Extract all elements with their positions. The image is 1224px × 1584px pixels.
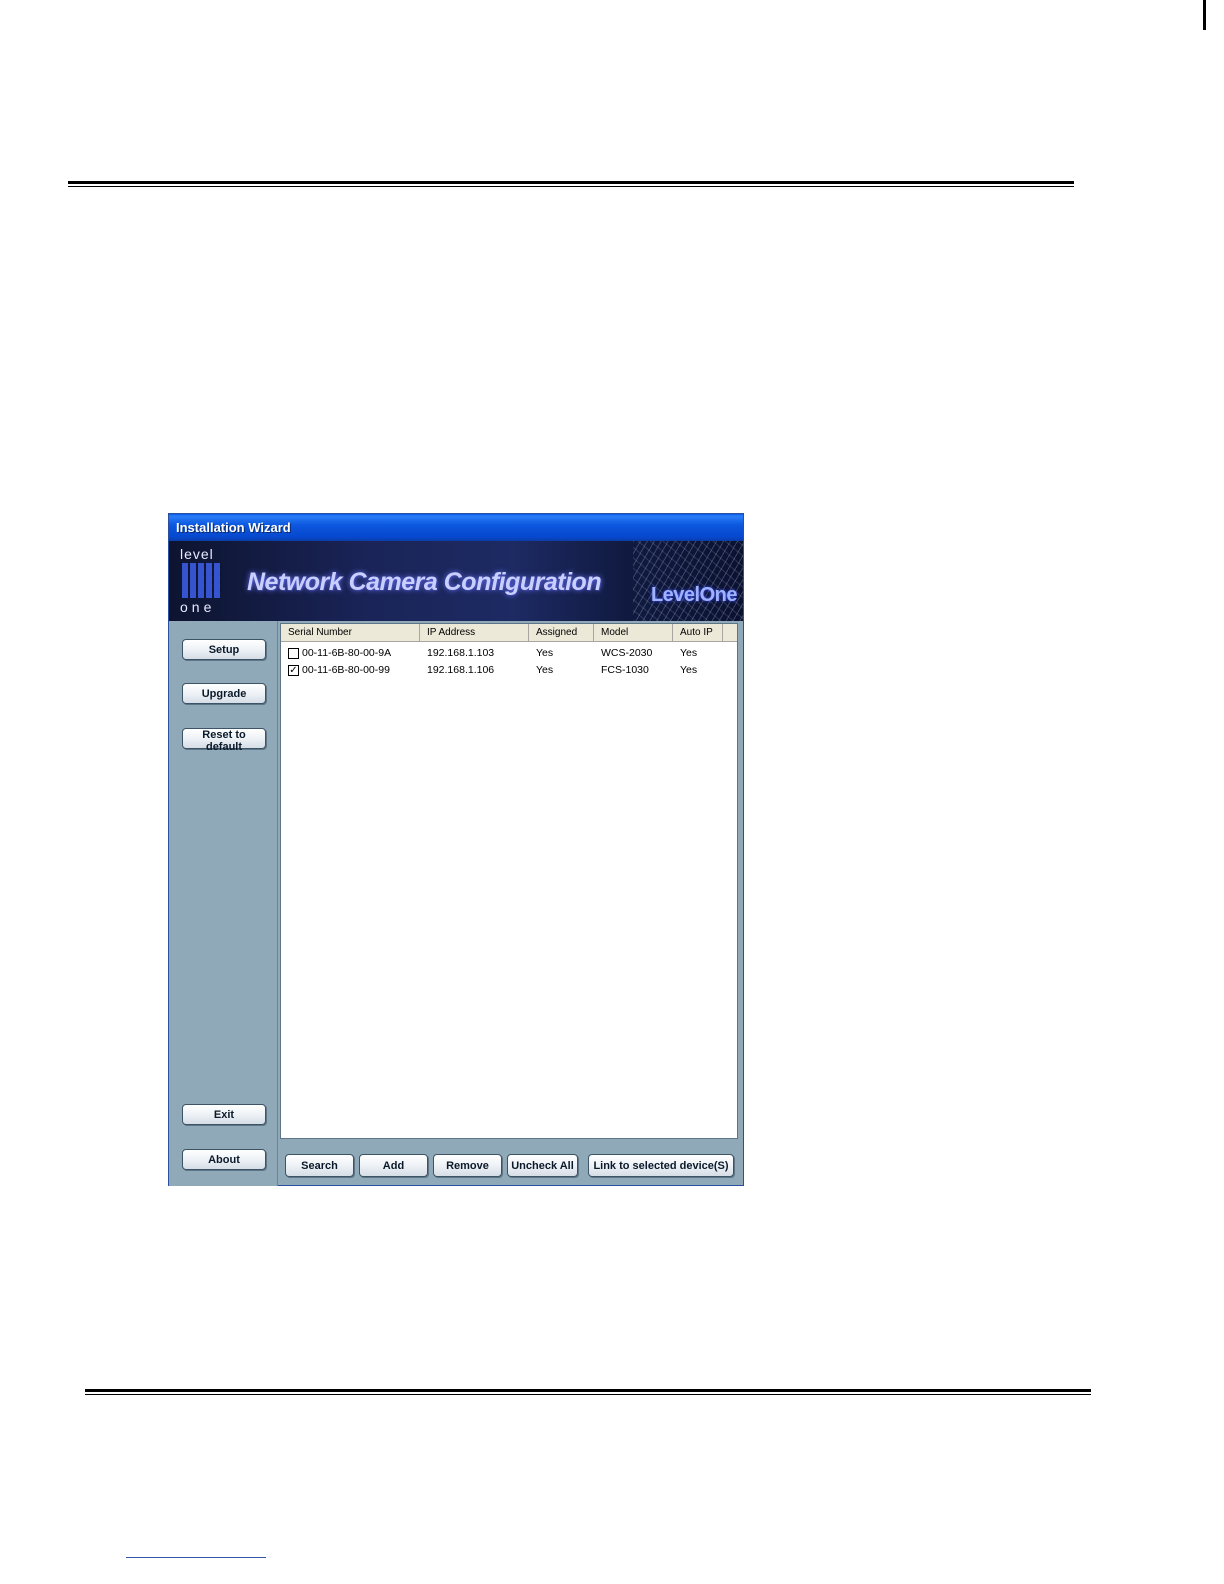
banner-title: Network Camera Configuration bbox=[247, 568, 602, 596]
link-to-selected-device-button[interactable]: Link to selected device(S) bbox=[588, 1154, 734, 1177]
device-list[interactable]: Serial Number IP Address Assigned Model … bbox=[280, 623, 738, 1139]
column-header-ip[interactable]: IP Address bbox=[420, 624, 529, 641]
ip-cell: 192.168.1.103 bbox=[427, 647, 495, 659]
search-button[interactable]: Search bbox=[285, 1154, 354, 1177]
setup-button[interactable]: Setup bbox=[182, 639, 266, 660]
exit-button[interactable]: Exit bbox=[182, 1104, 266, 1125]
column-header-serial[interactable]: Serial Number bbox=[281, 624, 420, 641]
upgrade-button[interactable]: Upgrade bbox=[182, 683, 266, 704]
row-checkbox[interactable] bbox=[288, 648, 299, 659]
footer-link-underline[interactable] bbox=[126, 1557, 266, 1558]
model-cell: WCS-2030 bbox=[601, 647, 653, 659]
brand-logo: LevelOne bbox=[650, 584, 738, 606]
header-rule bbox=[68, 181, 1074, 187]
serial-cell: 00-11-6B-80-00-99 bbox=[302, 664, 390, 676]
logo-level-text: level bbox=[180, 546, 214, 562]
window-title: Installation Wizard bbox=[176, 520, 291, 535]
device-list-header: Serial Number IP Address Assigned Model … bbox=[281, 624, 737, 642]
reset-to-default-button[interactable]: Reset to default bbox=[182, 728, 266, 753]
auto-ip-cell: Yes bbox=[680, 647, 698, 659]
column-header-assigned[interactable]: Assigned bbox=[529, 624, 594, 641]
serial-cell: 00-11-6B-80-00-9A bbox=[302, 647, 392, 659]
footer-rule bbox=[85, 1389, 1091, 1395]
table-row[interactable]: 00-11-6B-80-00-9A 192.168.1.103 Yes WCS-… bbox=[281, 645, 737, 662]
add-button[interactable]: Add bbox=[359, 1154, 428, 1177]
column-header-model[interactable]: Model bbox=[594, 624, 673, 641]
column-header-auto-ip[interactable]: Auto IP bbox=[673, 624, 723, 641]
logo-one-text: one bbox=[180, 599, 216, 615]
row-checkbox[interactable]: ✓ bbox=[288, 665, 299, 676]
uncheck-all-button[interactable]: Uncheck All bbox=[507, 1154, 578, 1177]
action-bar: Search Add Remove Uncheck All Link to se… bbox=[280, 1142, 742, 1182]
logo-icon bbox=[182, 563, 222, 598]
model-cell: FCS-1030 bbox=[601, 664, 649, 676]
page-edge-mark bbox=[1203, 0, 1206, 30]
banner-mesh-graphic bbox=[633, 541, 743, 621]
auto-ip-cell: Yes bbox=[680, 664, 698, 676]
about-button[interactable]: About bbox=[182, 1149, 266, 1170]
assigned-cell: Yes bbox=[536, 664, 554, 676]
ip-cell: 192.168.1.106 bbox=[427, 664, 495, 676]
sidebar: Setup Upgrade Reset to default Exit Abou… bbox=[169, 621, 278, 1186]
window-titlebar[interactable]: Installation Wizard bbox=[169, 514, 743, 541]
banner: level one Network Camera Configuration L… bbox=[169, 541, 743, 621]
assigned-cell: Yes bbox=[536, 647, 554, 659]
installation-wizard-window: Installation Wizard level one Network Ca… bbox=[168, 513, 744, 1186]
table-row[interactable]: ✓ 00-11-6B-80-00-99 192.168.1.106 Yes FC… bbox=[281, 662, 737, 679]
remove-button[interactable]: Remove bbox=[433, 1154, 502, 1177]
